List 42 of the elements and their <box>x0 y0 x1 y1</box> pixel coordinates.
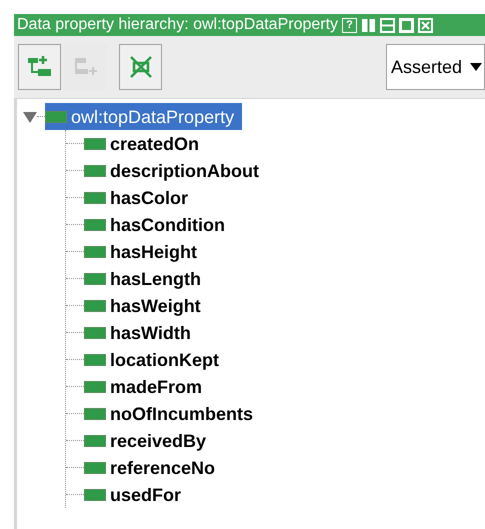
view-dropdown[interactable]: Asserted <box>386 44 485 90</box>
property-icon <box>84 434 106 446</box>
tree-item[interactable]: hasColor <box>84 184 196 211</box>
tree-item[interactable]: descriptionAbout <box>84 157 267 184</box>
property-icon <box>45 110 67 122</box>
maximize-icon[interactable] <box>399 18 414 32</box>
property-icon <box>84 380 106 392</box>
tree-item[interactable]: hasLength <box>84 265 210 292</box>
property-icon <box>84 246 106 258</box>
tree-item[interactable]: madeFrom <box>84 373 210 400</box>
tree-item[interactable]: locationKept <box>84 346 228 373</box>
close-icon[interactable] <box>418 18 434 32</box>
tree-item[interactable]: referenceNo <box>84 454 224 481</box>
property-icon <box>84 192 106 204</box>
tree-item[interactable]: receivedBy <box>84 427 214 454</box>
tree-item[interactable]: noOfIncumbents <box>84 400 261 427</box>
property-icon <box>84 300 106 312</box>
add-subproperty-icon <box>26 55 52 79</box>
toolbar-button[interactable] <box>119 44 162 90</box>
tree-item[interactable]: hasWidth <box>84 319 199 346</box>
window-title: Data property hierarchy: owl:topDataProperty <box>17 17 338 33</box>
property-icon <box>84 408 106 420</box>
tree-item[interactable]: hasHeight <box>84 238 206 265</box>
split-vertical-icon[interactable] <box>361 18 376 32</box>
property-icon <box>84 326 106 338</box>
tree-item[interactable]: hasCondition <box>84 211 233 238</box>
tree-item[interactable]: owl:topDataProperty <box>45 103 242 130</box>
property-icon <box>84 354 106 366</box>
toolbar-button[interactable] <box>18 44 61 90</box>
property-icon <box>84 272 106 284</box>
property-icon <box>84 462 106 474</box>
tree-item[interactable]: createdOn <box>84 130 208 157</box>
property-icon <box>84 218 106 230</box>
delete-icon <box>128 54 154 80</box>
tree-item[interactable]: usedFor <box>84 481 190 508</box>
caret-icon <box>470 63 482 71</box>
tree-item[interactable]: hasWeight <box>84 292 209 319</box>
property-icon <box>84 488 106 500</box>
split-horizontal-icon[interactable] <box>380 18 396 32</box>
expand-toggle-icon[interactable] <box>23 110 37 122</box>
property-icon <box>84 138 106 150</box>
property-icon <box>84 164 106 176</box>
